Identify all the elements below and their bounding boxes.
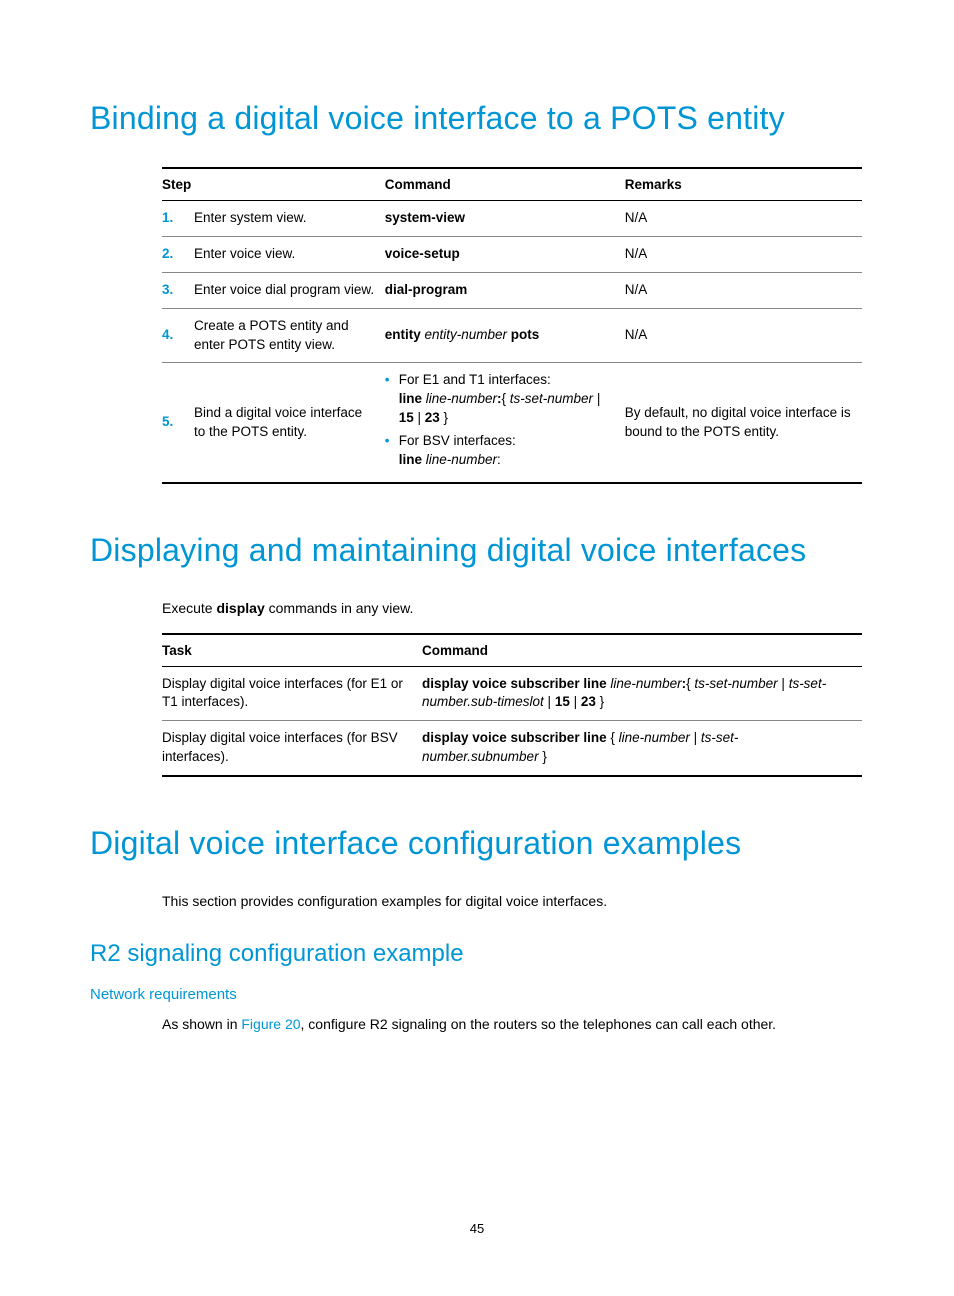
- text: |: [778, 676, 789, 691]
- step-number: 4.: [162, 308, 194, 363]
- text: ts-set-number: [694, 676, 777, 691]
- heading-examples: Digital voice interface configuration ex…: [90, 825, 864, 862]
- text: , configure R2 signaling on the routers …: [301, 1016, 777, 1032]
- text: line-number: [426, 391, 497, 406]
- command-cell: entity entity-number pots: [385, 308, 625, 363]
- col-remarks: Remarks: [625, 168, 862, 201]
- text: entity-number: [424, 327, 507, 342]
- text: line line-number:: [399, 451, 615, 470]
- remarks-cell: By default, no digital voice interface i…: [625, 363, 862, 483]
- text: {: [610, 730, 618, 745]
- text: |: [414, 410, 425, 425]
- command-cell: dial-program: [385, 272, 625, 308]
- heading-network-req: Network requirements: [90, 986, 864, 1003]
- text: 23: [425, 410, 440, 425]
- task-cell: Display digital voice interfaces (for BS…: [162, 721, 422, 776]
- command-cell: system-view: [385, 201, 625, 237]
- text: commands in any view.: [265, 600, 414, 616]
- heading-displaying: Displaying and maintaining digital voice…: [90, 532, 864, 569]
- list-item: For BSV interfaces:line line-number:: [385, 432, 615, 470]
- text: }: [440, 410, 448, 425]
- figure-20-link[interactable]: Figure 20: [241, 1016, 300, 1032]
- text: pots: [507, 327, 539, 342]
- heading-r2-example: R2 signaling configuration example: [90, 940, 864, 968]
- step-text: Enter voice view.: [194, 236, 385, 272]
- table-row: Display digital voice interfaces (for BS…: [162, 721, 862, 776]
- step-text: Create a POTS entity and enter POTS enti…: [194, 308, 385, 363]
- text: 23: [581, 694, 596, 709]
- text: }: [539, 749, 547, 764]
- text: dial-program: [385, 282, 468, 297]
- text: 15: [399, 410, 414, 425]
- text: For E1 and T1 interfaces:: [399, 371, 615, 390]
- list-item: For E1 and T1 interfaces:line line-numbe…: [385, 371, 615, 428]
- command-cell: voice-setup: [385, 236, 625, 272]
- table-row: 2.Enter voice view.voice-setup N/A: [162, 236, 862, 272]
- text: ts-set-number: [510, 391, 593, 406]
- col-command: Command: [385, 168, 625, 201]
- step-number: 5.: [162, 363, 194, 483]
- text: line-number: [610, 676, 681, 691]
- col-step: Step: [162, 168, 385, 201]
- command-cell: For E1 and T1 interfaces:line line-numbe…: [385, 363, 625, 483]
- text: display voice subscriber line: [422, 730, 610, 745]
- step-text: Bind a digital voice interface to the PO…: [194, 363, 385, 483]
- text: Execute: [162, 600, 216, 616]
- table-binding-steps: Step Command Remarks 1.Enter system view…: [162, 167, 862, 484]
- text: :: [497, 452, 501, 467]
- text: line-number: [426, 452, 497, 467]
- text: |: [544, 694, 555, 709]
- command-cell: display voice subscriber line { line-num…: [422, 721, 862, 776]
- table-display-commands: Task Command Display digital voice inter…: [162, 633, 862, 778]
- display-intro: Execute display commands in any view.: [162, 599, 864, 619]
- step-text: Enter voice dial program view.: [194, 272, 385, 308]
- col-task: Task: [162, 634, 422, 667]
- table-row: 3.Enter voice dial program view.dial-pro…: [162, 272, 862, 308]
- step-number: 3.: [162, 272, 194, 308]
- text: line line-number:{ ts-set-number | 15 | …: [399, 390, 615, 428]
- text: line: [399, 452, 426, 467]
- text: |: [690, 730, 701, 745]
- remarks-cell: N/A: [625, 236, 862, 272]
- table-row: 1.Enter system view.system-view N/A: [162, 201, 862, 237]
- table-row: 4.Create a POTS entity and enter POTS en…: [162, 308, 862, 363]
- text: 15: [555, 694, 570, 709]
- text: {: [502, 391, 510, 406]
- step-number: 1.: [162, 201, 194, 237]
- network-req-text: As shown in Figure 20, configure R2 sign…: [162, 1015, 864, 1035]
- text: |: [593, 391, 600, 406]
- text: display voice subscriber line: [422, 676, 610, 691]
- col-command: Command: [422, 634, 862, 667]
- remarks-cell: N/A: [625, 201, 862, 237]
- bullet-list: For E1 and T1 interfaces:line line-numbe…: [385, 371, 615, 469]
- heading-binding: Binding a digital voice interface to a P…: [90, 100, 864, 137]
- text: As shown in: [162, 1016, 241, 1032]
- text: For BSV interfaces:: [399, 432, 615, 451]
- task-cell: Display digital voice interfaces (for E1…: [162, 666, 422, 721]
- command-cell: display voice subscriber line line-numbe…: [422, 666, 862, 721]
- table-row: Display digital voice interfaces (for E1…: [162, 666, 862, 721]
- text: |: [570, 694, 581, 709]
- text: voice-setup: [385, 246, 460, 261]
- text: line: [399, 391, 426, 406]
- step-number: 2.: [162, 236, 194, 272]
- text: system-view: [385, 210, 465, 225]
- step-text: Enter system view.: [194, 201, 385, 237]
- remarks-cell: N/A: [625, 272, 862, 308]
- table-row: 5.Bind a digital voice interface to the …: [162, 363, 862, 483]
- text: line-number: [619, 730, 690, 745]
- text: }: [596, 694, 604, 709]
- remarks-cell: N/A: [625, 308, 862, 363]
- examples-intro: This section provides configuration exam…: [162, 892, 864, 912]
- text: entity: [385, 327, 425, 342]
- page-number: 45: [0, 1221, 954, 1236]
- text: display: [216, 600, 264, 616]
